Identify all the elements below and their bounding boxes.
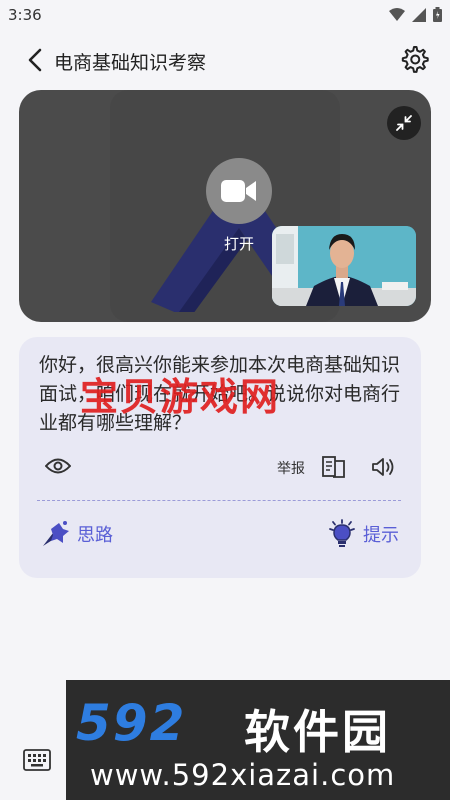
back-arrow-icon — [28, 48, 42, 72]
app-bar: 电商基础知识考察 — [0, 36, 450, 84]
report-button[interactable]: 举报 — [277, 458, 305, 478]
page-title: 电商基础知识考察 — [54, 52, 207, 74]
interviewer-pip-video[interactable] — [272, 226, 416, 306]
settings-button[interactable] — [398, 44, 430, 76]
status-icons — [389, 7, 442, 22]
translate-icon — [322, 456, 345, 478]
show-text-button[interactable] — [44, 457, 72, 479]
watermark-banner: 592 软件园 www.592xiazai.com — [66, 680, 450, 800]
back-button[interactable] — [22, 46, 48, 74]
camera-toggle-button[interactable] — [206, 158, 272, 224]
thoughts-button[interactable]: 思路 — [41, 519, 113, 549]
eye-icon — [44, 458, 72, 474]
status-bar: 3:36 — [0, 0, 450, 32]
watermark-overlay-text: 宝贝游戏网 — [80, 375, 281, 419]
hint-button[interactable]: 提示 — [327, 519, 399, 549]
status-time: 3:36 — [8, 6, 42, 24]
translate-button[interactable] — [322, 455, 346, 483]
video-camera-icon — [221, 180, 256, 202]
keyboard-toggle-button[interactable] — [20, 745, 54, 775]
collapse-icon — [396, 115, 412, 131]
interviewer-image — [272, 226, 416, 306]
banner-logo-text: 软件园 — [244, 705, 391, 759]
dashed-divider — [37, 500, 401, 501]
settings-gear-icon — [401, 46, 429, 73]
signal-icon — [412, 7, 426, 22]
speaker-icon — [372, 458, 394, 476]
banner-url: www.592xiazai.com — [90, 758, 396, 792]
thoughts-icon — [43, 521, 69, 546]
wifi-icon — [389, 7, 405, 21]
hint-label: 提示 — [363, 525, 399, 546]
read-aloud-button[interactable] — [371, 456, 397, 482]
lightbulb-icon — [329, 519, 355, 547]
keyboard-icon — [23, 749, 51, 771]
video-card: 打开 — [19, 90, 431, 322]
thoughts-label: 思路 — [77, 525, 113, 546]
banner-logo-number: 592 — [76, 694, 187, 752]
battery-icon — [433, 7, 442, 22]
collapse-button[interactable] — [387, 106, 421, 140]
